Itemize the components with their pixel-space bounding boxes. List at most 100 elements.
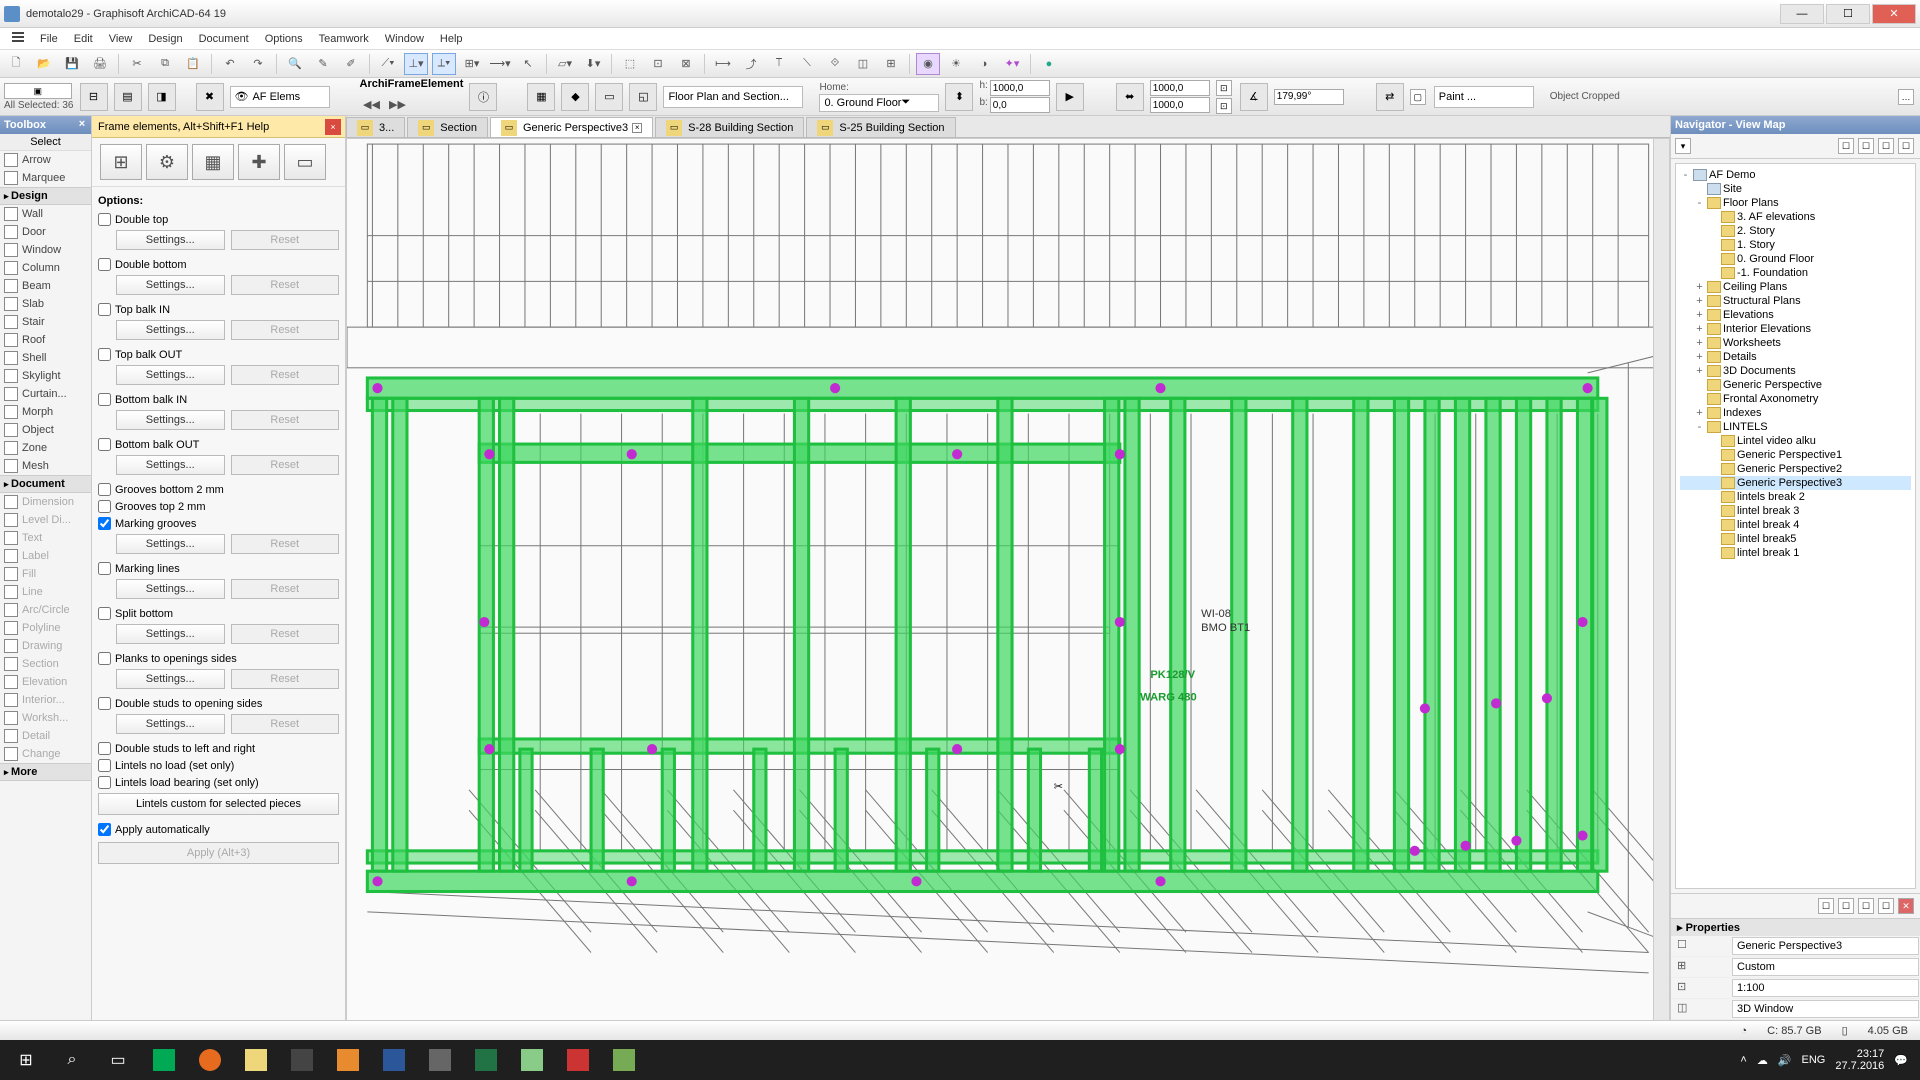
frame-btn-1[interactable]: ⊞ xyxy=(100,144,142,180)
menu-edit[interactable]: Edit xyxy=(66,31,101,47)
search-icon[interactable]: ⌕ xyxy=(50,1042,94,1078)
reset-button[interactable]: Reset xyxy=(231,669,340,689)
frame-btn-3[interactable]: ▦ xyxy=(192,144,234,180)
tray-clock[interactable]: 23:17 27.7.2016 xyxy=(1835,1048,1884,1072)
opt-split-bottom-checkbox[interactable] xyxy=(98,607,111,620)
notepad-icon[interactable] xyxy=(510,1042,554,1078)
settings-button[interactable]: Settings... xyxy=(116,275,225,295)
magic-icon[interactable]: ✦▾ xyxy=(1000,53,1024,75)
tray-lang[interactable]: ENG xyxy=(1802,1054,1826,1066)
tool-skylight[interactable]: Skylight xyxy=(0,367,91,385)
layer2-button[interactable]: ◆ xyxy=(561,83,589,111)
nav-tool4-icon[interactable]: ☐ xyxy=(1878,898,1894,914)
nav-item[interactable]: 2. Story xyxy=(1680,224,1911,238)
tool-object[interactable]: Object xyxy=(0,421,91,439)
design-group[interactable]: Design xyxy=(0,187,91,205)
explorer-icon[interactable] xyxy=(234,1042,278,1078)
tool-wall[interactable]: Wall xyxy=(0,205,91,223)
paste-icon[interactable]: 📋 xyxy=(181,53,205,75)
save-icon[interactable]: 💾 xyxy=(60,53,84,75)
reset-button[interactable]: Reset xyxy=(231,534,340,554)
settings-button[interactable]: Settings... xyxy=(116,230,225,250)
settings-button[interactable]: Settings... xyxy=(116,410,225,430)
tray-volume-icon[interactable]: 🔊 xyxy=(1778,1054,1792,1067)
tool-stair[interactable]: Stair xyxy=(0,313,91,331)
maximize-button[interactable]: ☐ xyxy=(1826,4,1870,24)
nav-item[interactable]: 3. AF elevations xyxy=(1680,210,1911,224)
angle-icon[interactable]: ∡ xyxy=(1240,83,1268,111)
reset-button[interactable]: Reset xyxy=(231,365,340,385)
firefox-icon[interactable] xyxy=(188,1042,232,1078)
tool-dimension[interactable]: Dimension xyxy=(0,493,91,511)
snap3-icon[interactable]: ⟂▾ xyxy=(432,53,456,75)
nav-item[interactable]: lintels break 2 xyxy=(1680,490,1911,504)
menu-design[interactable]: Design xyxy=(140,31,190,47)
layer3-button[interactable]: ▭ xyxy=(595,83,623,111)
teamwork-icon[interactable]: ● xyxy=(1037,53,1061,75)
reset-button[interactable]: Reset xyxy=(231,624,340,644)
menu-hamburger[interactable] xyxy=(4,30,32,47)
menu-help[interactable]: Help xyxy=(432,31,471,47)
tool-roof[interactable]: Roof xyxy=(0,331,91,349)
nav-item[interactable]: +Details xyxy=(1680,350,1911,364)
arrow-tool[interactable]: Arrow xyxy=(0,151,91,169)
tab-section[interactable]: ▭Section xyxy=(407,117,488,137)
reset-button[interactable]: Reset xyxy=(231,455,340,475)
taskview-icon[interactable]: ▭ xyxy=(96,1042,140,1078)
store-icon[interactable] xyxy=(280,1042,324,1078)
tool-door[interactable]: Door xyxy=(0,223,91,241)
grid-icon[interactable]: ⊞▾ xyxy=(460,53,484,75)
tool-arccircle[interactable]: Arc/Circle xyxy=(0,601,91,619)
tool-leveldi[interactable]: Level Di... xyxy=(0,511,91,529)
opt-top-balk-out-checkbox[interactable] xyxy=(98,348,111,361)
tool-line[interactable]: Line xyxy=(0,583,91,601)
apply-button[interactable]: Apply (Alt+3) xyxy=(98,842,339,864)
edit2-icon[interactable]: ⤴ xyxy=(739,53,763,75)
nav-item[interactable]: lintel break5 xyxy=(1680,532,1911,546)
edit1-icon[interactable]: ⟼ xyxy=(711,53,735,75)
print-icon[interactable]: 🖨 xyxy=(88,53,112,75)
reset-button[interactable]: Reset xyxy=(231,714,340,734)
minimize-button[interactable]: — xyxy=(1780,4,1824,24)
undo-icon[interactable]: ↶ xyxy=(218,53,242,75)
more-group[interactable]: More xyxy=(0,763,91,781)
render-icon[interactable]: ◉ xyxy=(916,53,940,75)
suspend-icon[interactable]: ⬚ xyxy=(618,53,642,75)
nav-tool1-icon[interactable]: ☐ xyxy=(1818,898,1834,914)
frame-btn-4[interactable]: ✚ xyxy=(238,144,280,180)
pdf-icon[interactable] xyxy=(556,1042,600,1078)
nav-item[interactable]: Site xyxy=(1680,182,1911,196)
reset-button[interactable]: Reset xyxy=(231,230,340,250)
filter3-button[interactable]: ◨ xyxy=(148,83,176,111)
menu-document[interactable]: Document xyxy=(191,31,257,47)
opt-bottom-balk-in-checkbox[interactable] xyxy=(98,393,111,406)
opt-top-balk-in-checkbox[interactable] xyxy=(98,303,111,316)
opt-double-studs-to-opening-sides-checkbox[interactable] xyxy=(98,697,111,710)
video-icon[interactable] xyxy=(326,1042,370,1078)
sun-icon[interactable]: ☀ xyxy=(944,53,968,75)
new-icon[interactable]: 🗋 xyxy=(4,53,28,75)
frame-btn-2[interactable]: ⚙ xyxy=(146,144,188,180)
edit5-icon[interactable]: ⟐ xyxy=(823,53,847,75)
tab-s28buildingsection[interactable]: ▭S-28 Building Section xyxy=(655,117,804,137)
vertical-scrollbar[interactable] xyxy=(1653,139,1669,1035)
floor-plan-button[interactable]: Floor Plan and Section... xyxy=(663,86,803,108)
opt-lintels-no-load--set-only--checkbox[interactable] xyxy=(98,759,111,772)
nav-item[interactable]: Generic Perspective2 xyxy=(1680,462,1911,476)
eye-button[interactable]: ✖ xyxy=(196,83,224,111)
opt-double-studs-to-left-and-right-checkbox[interactable] xyxy=(98,742,111,755)
opt-marking-grooves-checkbox[interactable] xyxy=(98,517,111,530)
open-icon[interactable]: 📂 xyxy=(32,53,56,75)
opt-bottom-balk-out-checkbox[interactable] xyxy=(98,438,111,451)
prop-3dwin-value[interactable]: 3D Window xyxy=(1732,1000,1919,1018)
dim1-input[interactable] xyxy=(1150,80,1210,96)
trace-icon[interactable]: ◑ xyxy=(972,53,996,75)
tool-beam[interactable]: Beam xyxy=(0,277,91,295)
nav-item[interactable]: -1. Foundation xyxy=(1680,266,1911,280)
info-settings-button[interactable]: ⓘ xyxy=(469,83,497,111)
nav-tool3-icon[interactable]: ☐ xyxy=(1858,898,1874,914)
word-icon[interactable] xyxy=(372,1042,416,1078)
properties-header[interactable]: Properties xyxy=(1686,922,1740,934)
edit6-icon[interactable]: ◫ xyxy=(851,53,875,75)
nav-item[interactable]: Lintel video alku xyxy=(1680,434,1911,448)
